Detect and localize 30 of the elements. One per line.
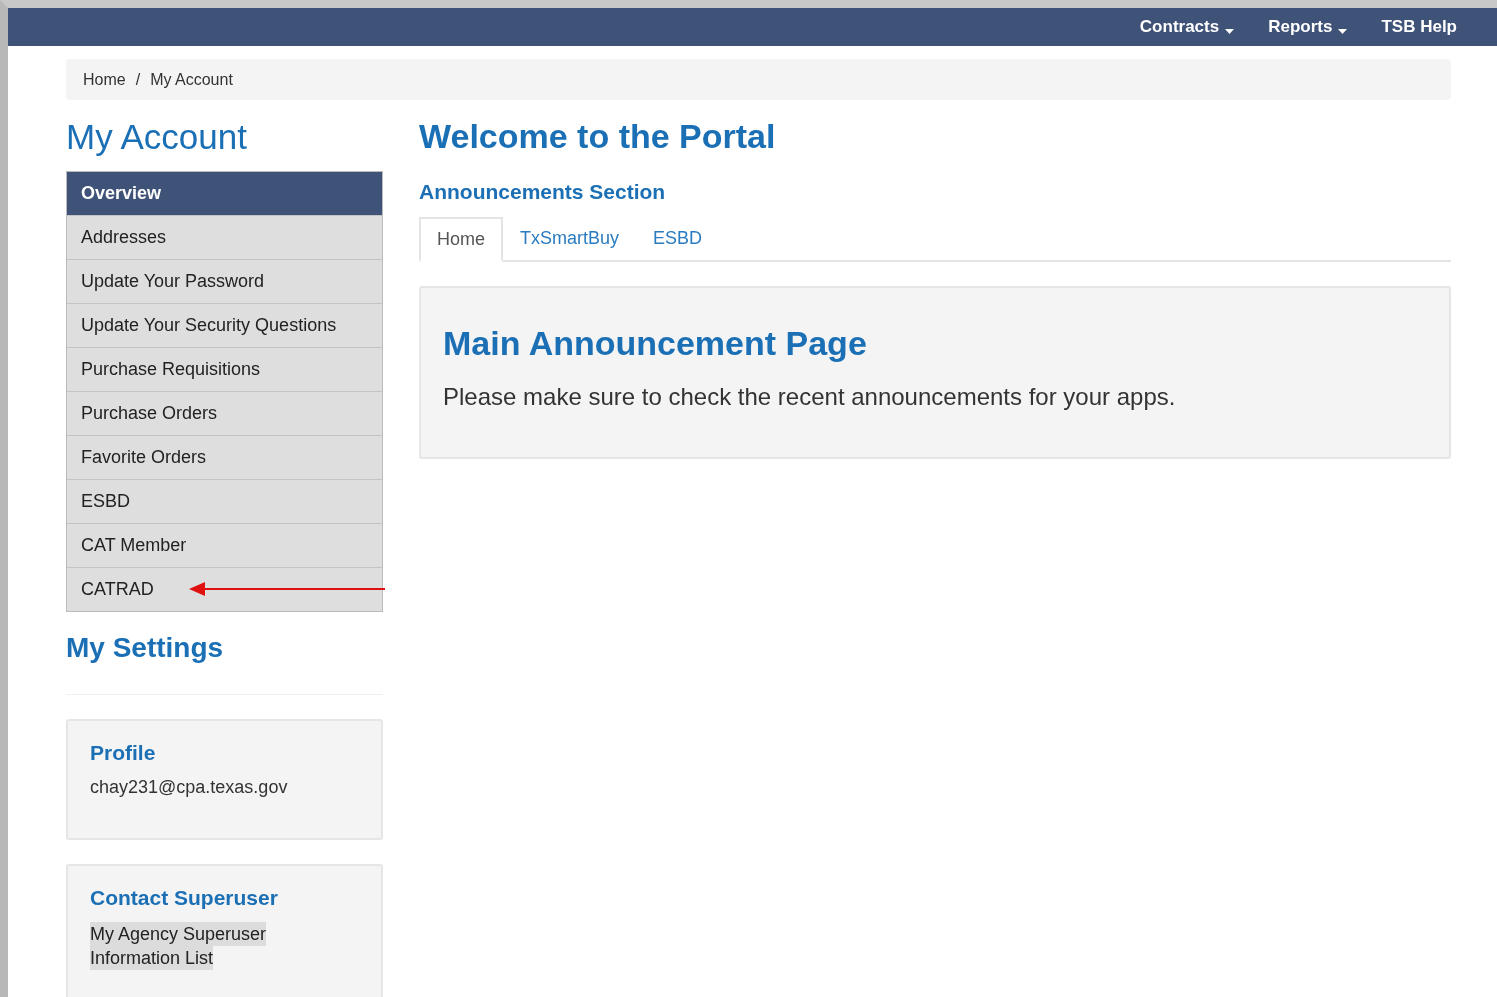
nav-link[interactable]: Reports [1268,17,1348,37]
sidebar-item[interactable]: Update Your Password [67,259,382,303]
email-text: chay231@cpa.texas.gov [90,777,289,798]
breadcrumb-separator: / [135,70,141,89]
announcement-text: Please make sure to check the recent announcements for your apps. [443,383,1177,411]
sidebar-item[interactable]: Purchase Orders [67,391,382,435]
sidebar-item[interactable]: Addresses [67,215,382,259]
tab[interactable]: TxSmartBuy [503,217,637,262]
superuser-link[interactable]: My Agency Superuser [90,922,267,946]
section-heading: Announcements Section [419,180,667,204]
card-title: Contact Superuser [90,886,279,910]
tab[interactable]: Home [419,217,503,262]
sidebar-item[interactable]: Favorite Orders [67,435,382,479]
breadcrumb-link[interactable]: My Account [150,70,233,89]
sidebar-item[interactable]: ESBD [67,479,382,523]
sidebar-item[interactable]: CAT Member [67,523,382,567]
sidebar-item[interactable]: Purchase Requisitions [67,347,382,391]
page-title: Welcome to the Portal [419,117,777,156]
sidebar-item[interactable]: Overview [67,172,382,215]
sidebar-item[interactable]: CATRAD [67,567,382,611]
nav-link[interactable]: Contracts [1139,17,1235,37]
sidebar-item[interactable]: Update Your Security Questions [67,303,382,347]
breadcrumb-link[interactable]: Home [83,70,126,89]
tab[interactable]: ESBD [636,217,720,262]
superuser-link[interactable]: Information List [90,946,214,970]
panel-title: Main Announcement Page [443,324,868,363]
settings-heading: My Settings [66,632,225,664]
sidebar-title: My Account [66,117,248,157]
nav-link[interactable]: TSB Help [1381,17,1457,37]
card-title: Profile [90,741,157,765]
